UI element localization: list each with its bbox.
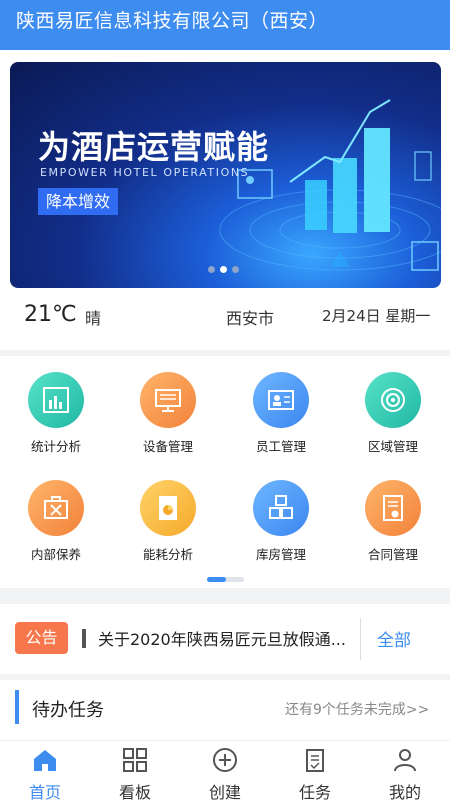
tab-label: 看板 [118,783,151,800]
promo-banner[interactable]: 为酒店运营赋能 EMPOWER HOTEL OPERATIONS 降本增效 [10,62,441,288]
tab-profile[interactable]: 我的 [360,741,450,800]
user-icon [394,749,416,772]
grid-item-areas[interactable]: 区域管理 [337,362,449,462]
grid-label: 内部保养 [30,547,81,562]
grid-pager[interactable] [207,577,244,582]
carousel-dot[interactable] [208,266,215,273]
grid-item-statistics[interactable]: 统计分析 [0,362,112,462]
grid-label: 员工管理 [255,439,306,454]
date-weekday: 2月24日 星期一 [322,307,431,325]
tab-create[interactable]: 创建 [180,741,270,800]
grid-label: 统计分析 [30,439,81,454]
carousel-dot[interactable] [232,266,239,273]
grid-item-maintenance[interactable]: 内部保养 [0,470,112,570]
tab-tasks[interactable]: 任务 [270,741,360,800]
task-clipboard-icon [306,749,324,772]
grid-label: 区域管理 [367,439,418,454]
weather-bar: 21℃ 晴 西安市 2月24日 星期一 [0,288,450,348]
home-icon [34,750,56,771]
banner-title: 为酒店运营赋能 [38,128,270,166]
tab-label: 我的 [388,783,421,800]
tab-label: 创建 [208,783,241,800]
todo-tasks-header: 待办任务 还有9个任务未完成>> [0,680,450,740]
notice-text[interactable]: 关于2020年陕西易匠元旦放假通... [98,626,348,650]
plus-circle-icon [213,748,237,772]
city-name: 西安市 [226,309,275,328]
grid-item-energy[interactable]: 能耗分析 [112,470,224,570]
radar-icon [365,372,421,428]
app-header: 陕西易匠信息科技有限公司（西安） [0,0,450,50]
section-accent [15,690,19,724]
contract-icon [365,480,421,536]
grid-item-devices[interactable]: 设备管理 [112,362,224,462]
notice-separator [82,629,86,648]
bottom-tabbar: 首页 看板 创建 任务 我的 [0,740,450,800]
banner-subtitle: EMPOWER HOTEL OPERATIONS [40,166,250,179]
temperature: 21℃ [24,302,77,327]
boxes-icon [253,480,309,536]
tab-label: 首页 [28,783,61,800]
tab-home[interactable]: 首页 [0,741,90,800]
notice-bar[interactable]: 公告 关于2020年陕西易匠元旦放假通... 全部 [0,604,450,674]
dashboard-grid-icon [123,748,147,772]
grid-item-contracts[interactable]: 合同管理 [337,470,449,570]
carousel-dot-active[interactable] [220,266,227,273]
tools-icon [28,480,84,536]
function-grid: 统计分析 设备管理 员工管理 区域管理 内部保养 能耗分析 库房管理 合同管理 [0,356,450,588]
grid-pager-active [207,577,226,582]
monitor-icon [140,372,196,428]
section-title: 待办任务 [32,700,104,721]
weather-condition: 晴 [85,309,102,328]
grid-item-warehouse[interactable]: 库房管理 [225,470,337,570]
id-card-icon [253,372,309,428]
grid-label: 库房管理 [255,547,306,562]
grid-label: 设备管理 [142,439,193,454]
divider [360,618,361,660]
banner-card: 为酒店运营赋能 EMPOWER HOTEL OPERATIONS 降本增效 21… [0,50,450,350]
grid-item-staff[interactable]: 员工管理 [225,362,337,462]
notice-all-link[interactable]: 全部 [377,626,411,651]
grid-label: 能耗分析 [142,547,193,562]
carousel-indicator[interactable] [208,266,239,273]
pie-document-icon [140,480,196,536]
tab-dashboard[interactable]: 看板 [90,741,180,800]
bar-chart-icon [28,372,84,428]
banner-badge: 降本增效 [38,188,119,215]
tab-label: 任务 [298,783,331,800]
remaining-tasks-link[interactable]: 还有9个任务未完成>> [285,699,429,719]
grid-label: 合同管理 [367,547,418,562]
notice-badge: 公告 [15,622,68,654]
company-title: 陕西易匠信息科技有限公司（西安） [16,10,329,32]
